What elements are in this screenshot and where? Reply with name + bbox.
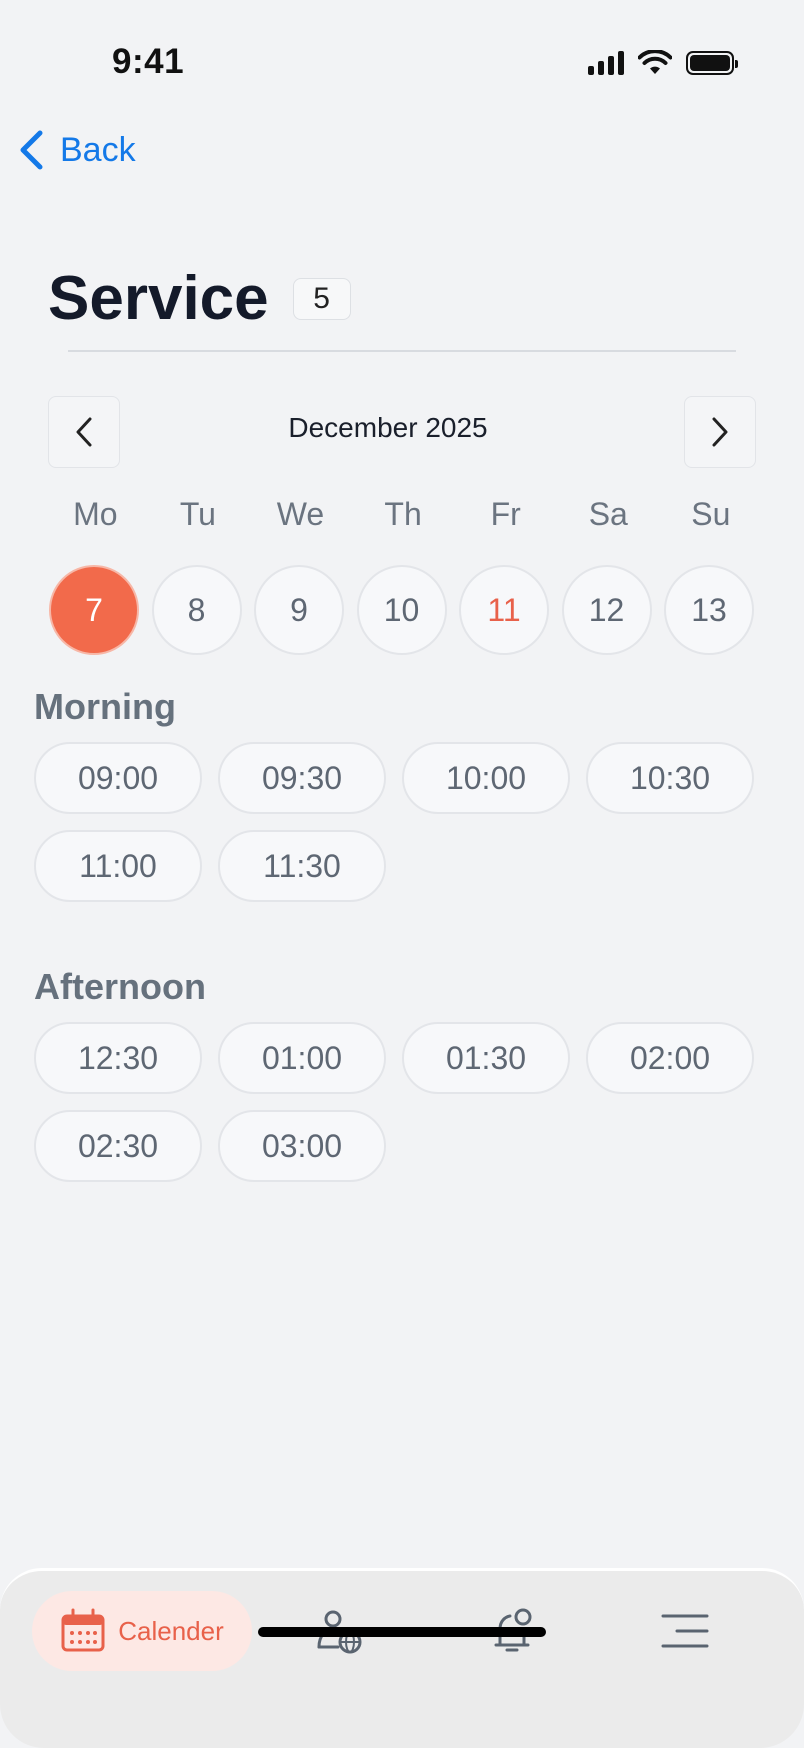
tab-calendar-label: Calender — [118, 1615, 224, 1646]
title-row: Service 5 — [48, 264, 351, 334]
back-button[interactable]: Back — [18, 130, 136, 170]
time-slot-button[interactable]: 02:00 — [586, 1022, 754, 1094]
weekday-header: Mo Tu We Th Fr Sa Su — [44, 496, 764, 533]
time-slot-button[interactable]: 11:30 — [218, 830, 386, 902]
chevron-right-icon — [712, 417, 728, 447]
home-indicator — [258, 1627, 546, 1637]
divider — [68, 350, 736, 352]
time-slot-button[interactable]: 09:30 — [218, 742, 386, 814]
time-slot-button[interactable]: 03:00 — [218, 1110, 386, 1182]
morning-slots: 09:00 09:30 10:00 10:30 11:00 11:30 — [34, 742, 754, 902]
day-button[interactable]: 13 — [664, 565, 754, 655]
day-button[interactable]: 12 — [561, 565, 652, 655]
bottom-tab-bar: Calender — [0, 1568, 804, 1748]
weekday-label: Mo — [73, 496, 118, 532]
morning-section-title: Morning — [34, 686, 176, 727]
afternoon-slots: 12:30 01:00 01:30 02:00 02:30 03:00 — [34, 1022, 754, 1182]
day-button[interactable]: 8 — [151, 565, 242, 655]
cellular-signal-icon — [588, 51, 624, 75]
count-badge: 5 — [292, 278, 351, 320]
afternoon-section-title: Afternoon — [34, 966, 206, 1007]
weekday-label: Su — [691, 496, 731, 532]
next-month-button[interactable] — [684, 396, 756, 468]
day-button-selected[interactable]: 7 — [49, 565, 139, 655]
weekday-label: Fr — [490, 496, 521, 532]
day-picker: 7 8 9 10 11 12 13 — [49, 565, 754, 655]
time-slot-button[interactable]: 01:00 — [218, 1022, 386, 1094]
page-title: Service — [48, 264, 269, 333]
time-slot-button[interactable]: 10:00 — [402, 742, 570, 814]
tab-calendar[interactable]: Calender — [32, 1591, 252, 1671]
app-screen: 9:41 Back Service 5 December 2025 Mo Tu … — [0, 0, 804, 1748]
day-button-highlighted[interactable]: 11 — [459, 565, 549, 655]
time-slot-button[interactable]: 12:30 — [34, 1022, 202, 1094]
calendar-icon — [61, 1608, 105, 1652]
weekday-label: Sa — [588, 496, 628, 532]
chevron-left-icon — [20, 130, 43, 170]
time-slot-button[interactable]: 09:00 — [34, 742, 202, 814]
time-slot-button[interactable]: 02:30 — [34, 1110, 202, 1182]
time-slot-button[interactable]: 11:00 — [34, 830, 202, 902]
time-slot-button[interactable]: 01:30 — [402, 1022, 570, 1094]
weekday-label: We — [276, 496, 325, 532]
day-button[interactable]: 10 — [356, 565, 447, 655]
status-time: 9:41 — [112, 42, 185, 81]
weekday-label: Tu — [179, 496, 216, 532]
status-icons — [588, 50, 738, 76]
month-label: December 2025 — [288, 412, 488, 443]
tab-menu[interactable] — [645, 1591, 725, 1671]
weekday-label: Th — [384, 496, 422, 532]
battery-icon — [686, 51, 738, 75]
menu-icon — [661, 1614, 709, 1648]
day-button[interactable]: 9 — [254, 565, 344, 655]
time-slot-button[interactable]: 10:30 — [586, 742, 754, 814]
wifi-icon — [638, 50, 672, 74]
back-label: Back — [60, 130, 136, 169]
